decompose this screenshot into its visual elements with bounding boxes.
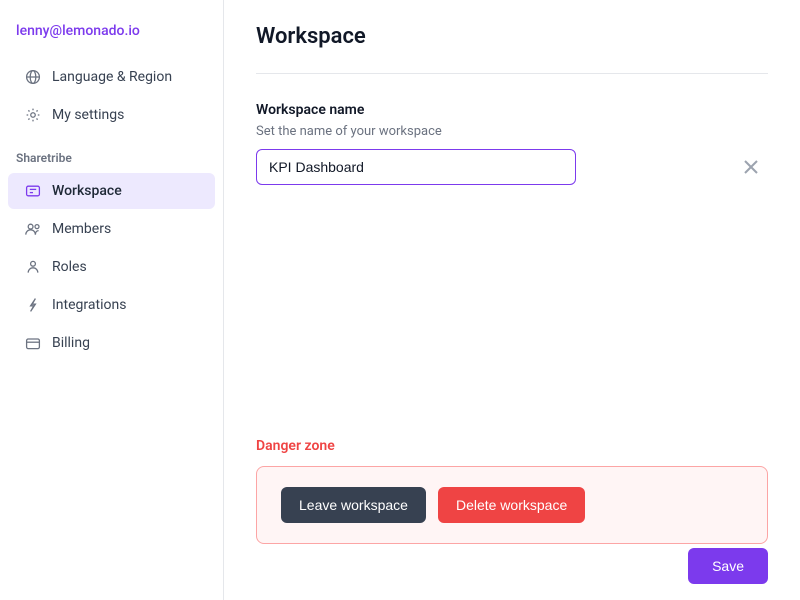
sidebar-section-label: Sharetribe (0, 135, 223, 173)
zap-icon (24, 296, 42, 314)
danger-zone-label: Danger zone (256, 438, 768, 454)
workspace-name-hint: Set the name of your workspace (256, 124, 768, 139)
sidebar-item-workspace[interactable]: Workspace (8, 173, 215, 209)
workspace-name-field: Workspace name Set the name of your work… (256, 102, 768, 185)
save-button-wrapper: Save (688, 548, 768, 584)
sidebar-item-my-settings[interactable]: My settings (8, 97, 215, 133)
gear-icon (24, 106, 42, 124)
danger-zone-box: Leave workspace Delete workspace (256, 466, 768, 544)
delete-workspace-button[interactable]: Delete workspace (438, 487, 585, 523)
sidebar-item-roles[interactable]: Roles (8, 249, 215, 285)
billing-label: Billing (52, 335, 90, 351)
workspace-name-clear-button[interactable] (744, 160, 758, 174)
sidebar-item-language-region[interactable]: Language & Region (8, 59, 215, 95)
user-email-link[interactable]: lenny@lemonado.io (16, 23, 140, 39)
workspace-name-input[interactable] (256, 149, 576, 185)
sidebar-item-members[interactable]: Members (8, 211, 215, 247)
page-title: Workspace (256, 24, 768, 49)
members-label: Members (52, 221, 111, 237)
language-region-label: Language & Region (52, 69, 172, 85)
members-icon (24, 220, 42, 238)
workspace-name-input-wrapper (256, 149, 768, 185)
divider (256, 73, 768, 74)
sidebar-user-section: lenny@lemonado.io (0, 20, 223, 59)
sidebar: lenny@lemonado.io Language & Region My s… (0, 0, 224, 600)
globe-icon (24, 68, 42, 86)
save-button[interactable]: Save (688, 548, 768, 584)
workspace-name-label: Workspace name (256, 102, 768, 118)
roles-label: Roles (52, 259, 87, 275)
workspace-icon (24, 182, 42, 200)
sidebar-item-billing[interactable]: Billing (8, 325, 215, 361)
workspace-label: Workspace (52, 183, 122, 199)
sidebar-item-integrations[interactable]: Integrations (8, 287, 215, 323)
integrations-label: Integrations (52, 297, 126, 313)
my-settings-label: My settings (52, 107, 124, 123)
leave-workspace-button[interactable]: Leave workspace (281, 487, 426, 523)
billing-icon (24, 334, 42, 352)
roles-icon (24, 258, 42, 276)
danger-zone-section: Danger zone Leave workspace Delete works… (256, 438, 768, 544)
main-content: Workspace Workspace name Set the name of… (224, 0, 800, 600)
